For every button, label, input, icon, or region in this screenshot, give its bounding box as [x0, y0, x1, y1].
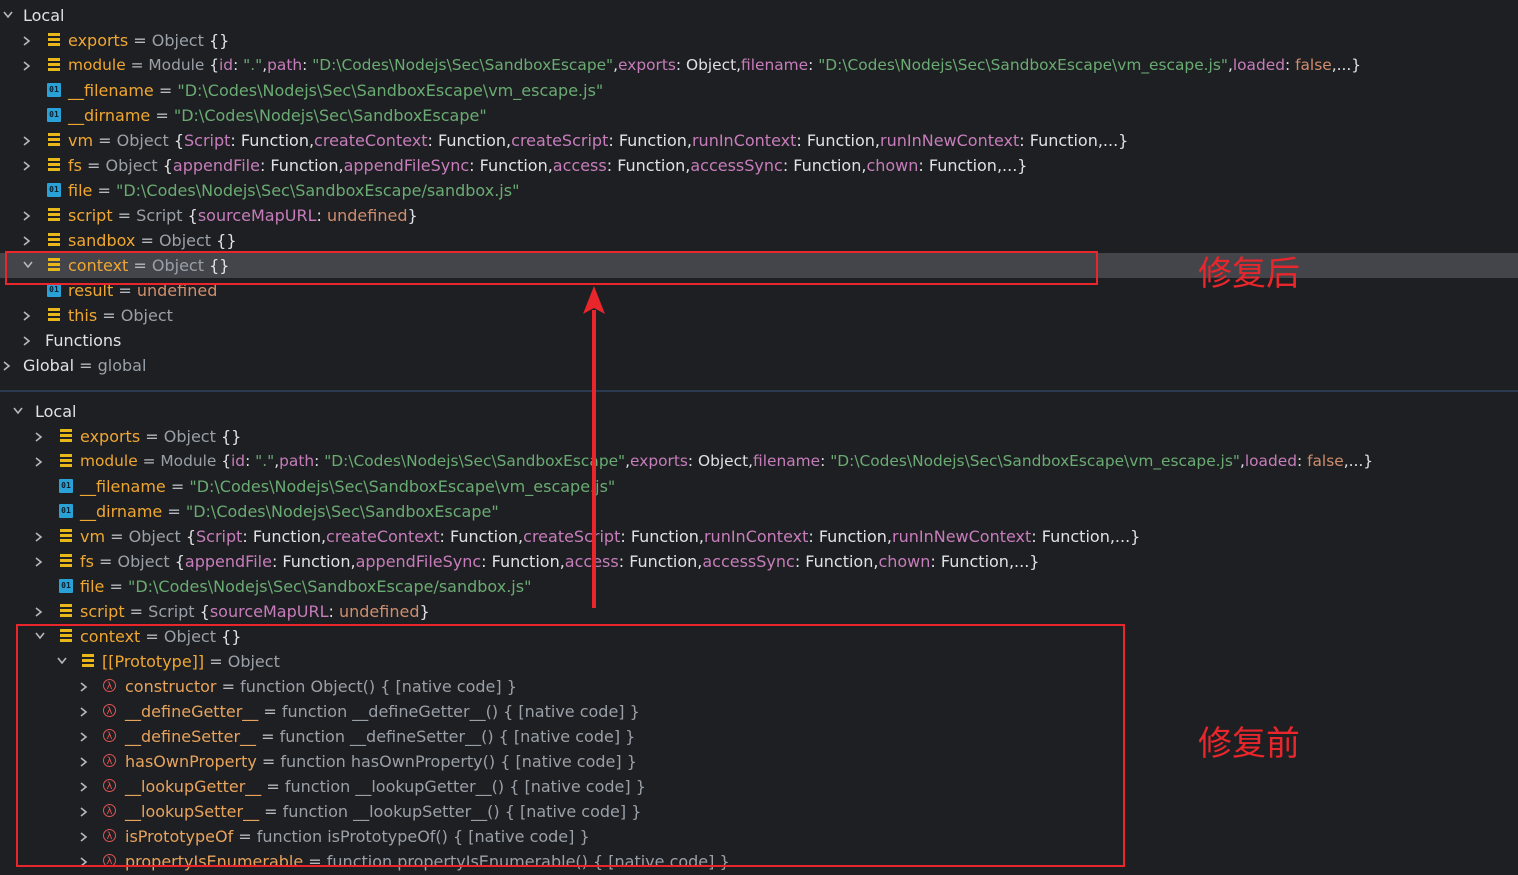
variables-panel-after: Local exports = Object {} module = Modul…: [0, 0, 1518, 390]
chevron-right-icon[interactable]: [32, 449, 48, 474]
primitive-01-icon: 01: [47, 283, 61, 297]
chevron-right-icon[interactable]: [32, 549, 48, 574]
scope-local[interactable]: Local: [0, 3, 1518, 28]
annotation-before: 修复前: [1198, 724, 1300, 764]
highlight-box-before: [16, 624, 1125, 867]
chevron-right-icon[interactable]: [20, 303, 36, 328]
chevron-right-icon[interactable]: [20, 203, 36, 228]
chevron-right-icon[interactable]: [20, 228, 36, 253]
chevron-right-icon[interactable]: [20, 28, 36, 53]
stack-icon: [59, 529, 73, 543]
chevron-right-icon[interactable]: [32, 599, 48, 624]
chevron-down-icon[interactable]: [10, 399, 26, 424]
var-this[interactable]: this = Object: [0, 303, 1518, 328]
var-script[interactable]: script = Script {sourceMapURL: undefined…: [0, 599, 1518, 624]
primitive-01-icon: 01: [47, 108, 61, 122]
chevron-right-icon[interactable]: [20, 328, 36, 353]
primitive-01-icon: 01: [47, 83, 61, 97]
chevron-right-icon[interactable]: [20, 128, 36, 153]
var-dirname[interactable]: 01 __dirname = "D:\Codes\Nodejs\Sec\Sand…: [0, 103, 1518, 128]
var-fs[interactable]: fs = Object {appendFile: Function,append…: [0, 153, 1518, 178]
var-file[interactable]: 01 file = "D:\Codes\Nodejs\Sec\SandboxEs…: [0, 178, 1518, 203]
arrow-up-icon: [583, 286, 605, 608]
stack-icon: [47, 158, 61, 172]
scope-local[interactable]: Local: [0, 399, 1518, 424]
stack-icon: [59, 554, 73, 568]
var-exports[interactable]: exports = Object {}: [0, 424, 1518, 449]
var-exports[interactable]: exports = Object {}: [0, 28, 1518, 53]
scope-functions[interactable]: Functions: [0, 328, 1518, 353]
stack-icon: [47, 133, 61, 147]
stack-icon: [59, 454, 73, 468]
var-module[interactable]: module = Module {id: ".",path: "D:\Codes…: [0, 53, 1518, 78]
primitive-01-icon: 01: [47, 183, 61, 197]
var-module[interactable]: module = Module {id: ".",path: "D:\Codes…: [0, 449, 1518, 474]
primitive-01-icon: 01: [59, 479, 73, 493]
var-script[interactable]: script = Script {sourceMapURL: undefined…: [0, 203, 1518, 228]
chevron-right-icon[interactable]: [20, 153, 36, 178]
var-file[interactable]: 01 file = "D:\Codes\Nodejs\Sec\SandboxEs…: [0, 574, 1518, 599]
var-filename[interactable]: 01 __filename = "D:\Codes\Nodejs\Sec\San…: [0, 474, 1518, 499]
chevron-right-icon[interactable]: [20, 53, 36, 78]
scope-label: Local: [23, 6, 65, 25]
var-name: exports: [68, 31, 129, 50]
highlight-box-after: [5, 251, 1098, 285]
annotation-after: 修复后: [1198, 254, 1300, 294]
stack-icon: [59, 604, 73, 618]
scope-global[interactable]: Global = global: [0, 353, 1518, 378]
chevron-down-icon[interactable]: [0, 3, 16, 28]
primitive-01-icon: 01: [59, 504, 73, 518]
chevron-right-icon[interactable]: [32, 424, 48, 449]
chevron-right-icon[interactable]: [0, 353, 16, 378]
var-fs[interactable]: fs = Object {appendFile: Function,append…: [0, 549, 1518, 574]
stack-icon: [59, 429, 73, 443]
var-vm[interactable]: vm = Object {Script: Function,createCont…: [0, 128, 1518, 153]
stack-icon: [47, 308, 61, 322]
stack-icon: [47, 233, 61, 247]
stack-icon: [47, 208, 61, 222]
stack-icon: [47, 33, 61, 47]
chevron-right-icon[interactable]: [32, 524, 48, 549]
primitive-01-icon: 01: [59, 579, 73, 593]
stack-icon: [47, 58, 61, 72]
var-vm[interactable]: vm = Object {Script: Function,createCont…: [0, 524, 1518, 549]
var-filename[interactable]: 01 __filename = "D:\Codes\Nodejs\Sec\San…: [0, 78, 1518, 103]
var-dirname[interactable]: 01 __dirname = "D:\Codes\Nodejs\Sec\Sand…: [0, 499, 1518, 524]
